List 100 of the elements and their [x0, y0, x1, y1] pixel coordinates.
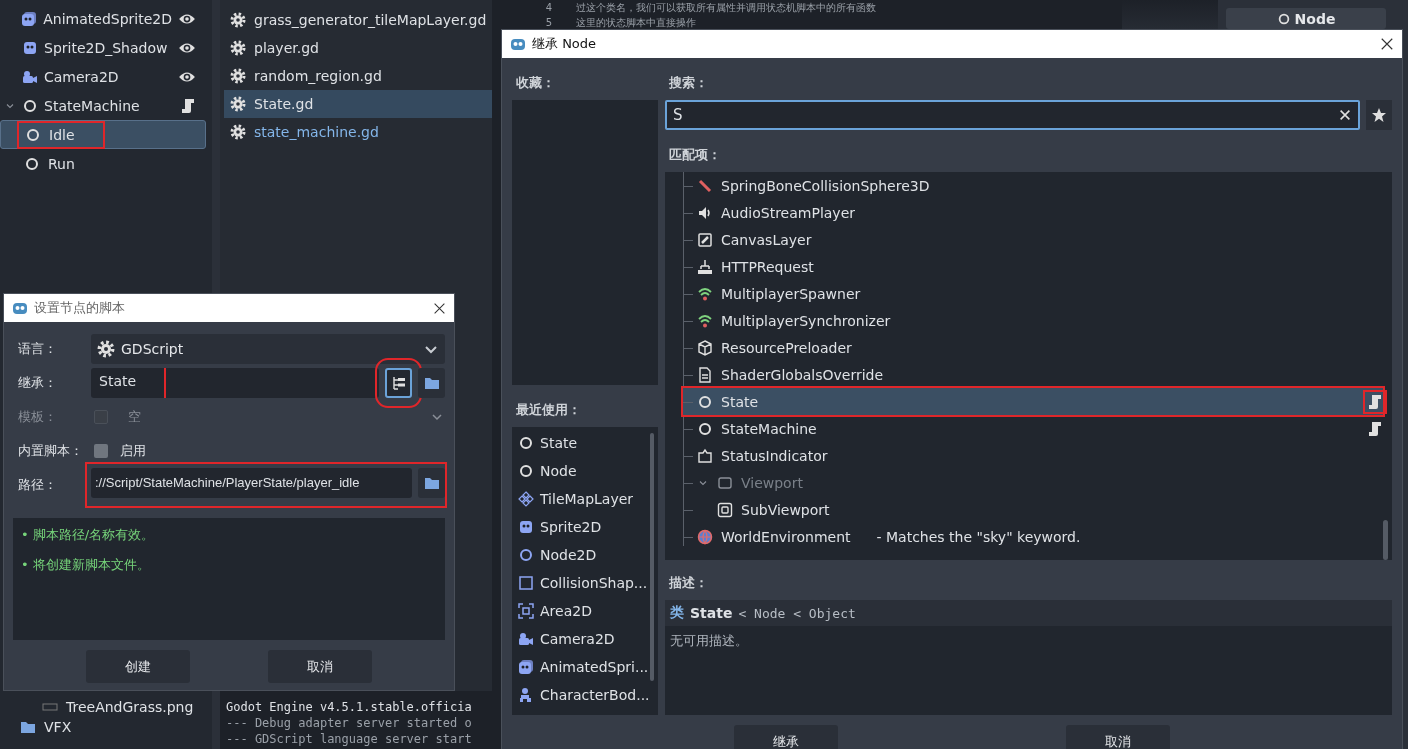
script-list-item[interactable]: grass_generator_tileMapLayer.gd: [224, 6, 492, 34]
gear-icon: [97, 340, 115, 358]
circle-icon: [697, 393, 713, 410]
folder-icon: [423, 375, 440, 391]
recent-item[interactable]: CharacterBod...: [518, 681, 650, 709]
script-list-item[interactable]: random_region.gd: [224, 62, 492, 90]
recent-item[interactable]: Node2D: [518, 541, 650, 569]
folder-icon: [423, 475, 440, 491]
robot-face-icon: [12, 300, 28, 316]
description-text: 无可用描述。: [669, 632, 749, 650]
class-name: State: [690, 605, 733, 621]
scene-tree-item[interactable]: Idle: [0, 120, 206, 149]
scene-tree-item[interactable]: Sprite2D_Shadow: [0, 33, 206, 62]
scene-tree-item[interactable]: StateMachine: [0, 91, 206, 120]
pencil-square-icon: [697, 231, 713, 248]
circle-icon: [1276, 11, 1291, 26]
favorite-button[interactable]: [1366, 100, 1392, 130]
gear-icon: [230, 124, 246, 140]
status-message: • 将创建新脚本文件。: [21, 556, 151, 574]
recent-item[interactable]: Camera2D: [518, 625, 650, 653]
network-icon: [697, 258, 713, 275]
camera-icon: [518, 631, 534, 647]
circle-icon: [518, 463, 534, 479]
browse-button[interactable]: [418, 368, 445, 398]
line-number: 4: [544, 2, 553, 13]
class-tree-item[interactable]: ResourcePreloader: [683, 334, 1383, 361]
option-label: 启用: [119, 442, 146, 460]
scrollbar[interactable]: [649, 433, 654, 681]
option-label: 空: [127, 408, 141, 426]
dialog-button[interactable]: 取消: [268, 650, 372, 683]
recent-item[interactable]: Area2D: [518, 597, 650, 625]
class-keyword: 类: [670, 604, 684, 622]
gear-icon: [230, 40, 246, 56]
circle-icon: [518, 547, 534, 563]
camera-icon: [22, 68, 38, 85]
person-icon: [518, 687, 534, 703]
clear-icon: [1338, 108, 1352, 122]
node-tab[interactable]: Node: [1226, 8, 1386, 29]
class-tree-item[interactable]: MultiplayerSpawner: [683, 280, 1383, 307]
robot-face-icon: [510, 36, 526, 52]
nested-square-icon: [717, 501, 733, 518]
close-icon: [1380, 37, 1394, 51]
window-icon: [717, 474, 733, 491]
section-label: 收藏：: [515, 74, 556, 92]
recent-item[interactable]: CollisionShap...: [518, 569, 650, 597]
robot-face-icon: [518, 659, 534, 675]
class-tree-item[interactable]: AudioStreamPlayer: [683, 199, 1383, 226]
scene-tree-item[interactable]: Run: [0, 149, 206, 178]
wifi-icon: [697, 285, 713, 302]
file-tree-item[interactable]: VFX: [20, 719, 212, 735]
language-dropdown[interactable]: GDScript: [91, 334, 445, 364]
recent-item[interactable]: Sprite2D: [518, 513, 650, 541]
dialog-button[interactable]: 继承: [734, 725, 838, 749]
area-icon: [518, 603, 534, 619]
search-field[interactable]: S: [665, 100, 1360, 130]
class-tree-item[interactable]: HTTPRequest: [683, 253, 1383, 280]
dialog-title: 设置节点的脚本: [34, 299, 126, 317]
class-tree-item[interactable]: StatusIndicator: [683, 442, 1383, 469]
class-tree-item[interactable]: CanvasLayer: [683, 226, 1383, 253]
scene-tree-item[interactable]: AnimatedSprite2D: [0, 4, 206, 33]
script-list-item[interactable]: player.gd: [224, 34, 492, 62]
script-list-item[interactable]: State.gd: [224, 90, 492, 118]
section-label: 最近使用：: [515, 401, 582, 419]
circle-icon: [25, 126, 41, 143]
wifi-icon: [697, 312, 713, 329]
path-field[interactable]: ://Script/StateMachine/PlayerState/player_idle: [91, 468, 412, 498]
folder-icon: [20, 719, 36, 735]
field-label: 继承：: [17, 374, 58, 392]
scrollbar[interactable]: [1383, 520, 1388, 560]
class-tree-item[interactable]: WorldEnvironment - Matches the "sky" keyword.: [683, 523, 1383, 550]
recent-item[interactable]: State: [518, 429, 650, 457]
inherit-field[interactable]: State: [91, 368, 379, 398]
circle-icon: [697, 420, 713, 437]
inheritance-chain: < Node < Object: [738, 605, 856, 621]
checkbox[interactable]: [94, 444, 108, 458]
dialog-button[interactable]: 取消: [1066, 725, 1170, 749]
globe-icon: [697, 528, 713, 545]
script-list-item[interactable]: state_machine.gd: [224, 118, 492, 146]
tree-list-icon: [390, 375, 407, 391]
section-label: 描述：: [668, 574, 709, 592]
file-tree-item[interactable]: TreeAndGrass.png: [20, 699, 212, 715]
class-tree-item[interactable]: ShaderGlobalsOverride: [683, 361, 1383, 388]
robot-face-icon: [21, 10, 38, 27]
status-message: • 脚本路径/名称有效。: [21, 526, 156, 544]
class-tree-item[interactable]: StateMachine: [683, 415, 1383, 442]
code-comment: 过这个类名，我们可以获取所有属性并调用状态机脚本中的所有函数: [576, 0, 876, 15]
browse-button[interactable]: [418, 468, 445, 498]
gear-icon: [230, 12, 246, 28]
close-icon: [433, 301, 446, 315]
robot-face-icon: [22, 39, 38, 56]
recent-item[interactable]: Node: [518, 457, 650, 485]
star-icon: [1371, 107, 1387, 123]
recent-item[interactable]: AnimatedSpri...: [518, 653, 650, 681]
class-tree-item[interactable]: MultiplayerSynchronizer: [683, 307, 1383, 334]
recent-item[interactable]: TileMapLayer: [518, 485, 650, 513]
tile-grid-icon: [518, 491, 534, 507]
robot-face-icon: [518, 519, 534, 535]
scene-tree-item[interactable]: Camera2D: [0, 62, 206, 91]
dialog-button[interactable]: 创建: [86, 650, 190, 683]
class-tree-item[interactable]: SpringBoneCollisionSphere3D: [683, 172, 1383, 199]
